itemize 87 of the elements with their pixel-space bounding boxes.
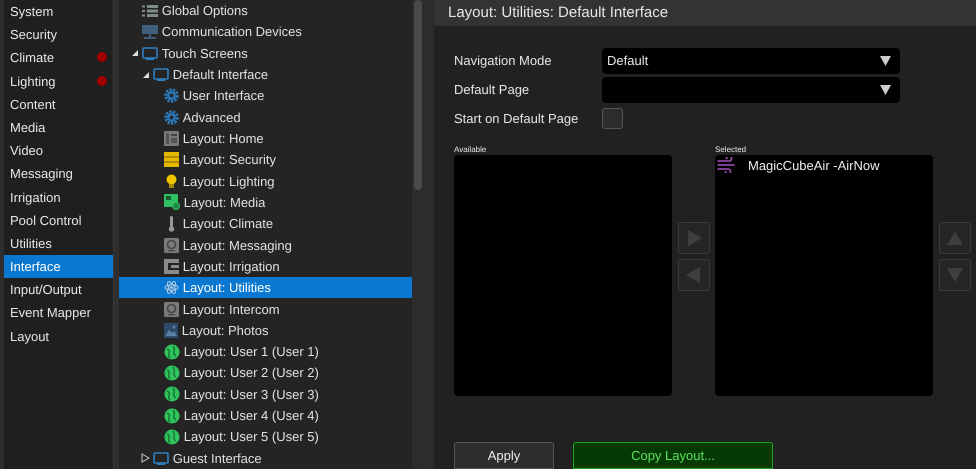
apply-button[interactable]: Apply <box>454 442 554 469</box>
list-label: Selected <box>715 145 748 155</box>
left-triangle-icon <box>685 266 703 284</box>
photo-icon <box>164 322 178 338</box>
expanded-arrow-icon[interactable] <box>142 70 150 79</box>
nav-item[interactable]: Input/Output <box>4 278 113 302</box>
scrollbar-thumb[interactable] <box>414 0 422 190</box>
move-left-button[interactable] <box>678 259 710 291</box>
intercom-icon <box>164 238 179 253</box>
dropdown-arrow-icon <box>880 56 891 66</box>
tree-item[interactable]: Default Interface <box>118 64 412 86</box>
panel-title: Layout: Utilities: Default Interface <box>434 0 976 26</box>
globe-icon <box>164 364 180 381</box>
tree-item[interactable]: Communication Devices <box>118 21 412 43</box>
selected-list[interactable]: MagicCubeAir -AirNow <box>715 155 933 396</box>
field-label: Navigation Mode <box>454 53 553 68</box>
nav-item[interactable]: Security <box>4 23 113 46</box>
nav-item[interactable]: Lighting <box>4 70 113 93</box>
nav-item[interactable]: Event Mapper <box>4 301 113 325</box>
monitor-icon <box>152 452 169 465</box>
tree-item[interactable]: Layout: Photos <box>118 320 412 341</box>
tree-item[interactable]: Layout: Home <box>118 128 412 150</box>
list-icon <box>142 4 158 18</box>
nav-item[interactable]: Messaging <box>4 162 113 186</box>
navigation-mode-dropdown[interactable]: Default <box>602 48 900 74</box>
tree-item[interactable]: Advanced <box>118 106 412 128</box>
move-up-button[interactable] <box>939 222 971 254</box>
monitor-icon <box>152 68 169 82</box>
right-triangle-icon <box>685 229 703 247</box>
nav-item[interactable]: Media <box>4 116 113 140</box>
globe-icon <box>164 344 180 360</box>
tree-item[interactable]: Touch Screens <box>118 42 412 64</box>
tree-item[interactable]: Layout: Media <box>118 192 412 214</box>
nav-item[interactable]: Utilities <box>4 232 113 256</box>
nav-item[interactable]: Content <box>4 92 113 116</box>
field-label: Start on Default Page <box>454 111 580 126</box>
nav-item[interactable]: Pool Control <box>4 208 113 232</box>
default-page-dropdown[interactable] <box>602 76 900 102</box>
tree-item[interactable]: Layout: User 3 (User 3) <box>118 384 412 405</box>
intercom-icon <box>164 302 179 317</box>
tree-item[interactable]: Layout: Irrigation <box>118 256 412 278</box>
move-down-button[interactable] <box>939 259 971 291</box>
monitor-icon <box>142 46 158 60</box>
list-label: Available <box>454 145 488 155</box>
bulb-icon <box>164 174 179 189</box>
tree-item[interactable]: Layout: Lighting <box>118 170 412 192</box>
field-label: Default Page <box>454 82 530 97</box>
globe-icon <box>164 386 180 402</box>
tree-item[interactable]: Layout: Intercom <box>118 298 412 320</box>
nav-item[interactable]: Layout <box>4 324 113 348</box>
nav-item[interactable]: Video <box>4 139 113 162</box>
expanded-arrow-icon[interactable] <box>130 49 139 58</box>
tree-item[interactable]: Layout: Climate <box>118 213 412 234</box>
tree-item[interactable]: Layout: User 2 (User 2) <box>118 362 412 384</box>
tree-item[interactable]: Layout: Messaging <box>118 234 412 256</box>
media-icon <box>164 194 180 210</box>
wind-icon <box>717 157 736 173</box>
server-icon <box>142 24 158 39</box>
tree-item[interactable]: Guest Interface <box>118 448 412 469</box>
tree-item[interactable]: User Interface <box>118 85 412 107</box>
gear-icon <box>164 110 179 125</box>
tree-item[interactable]: Global Options <box>118 0 412 22</box>
up-triangle-icon <box>946 229 964 247</box>
dropdown-arrow-icon <box>880 84 891 94</box>
collapsed-arrow-icon[interactable] <box>141 453 150 464</box>
nav-item[interactable]: System <box>4 0 113 24</box>
tree-item[interactable]: Layout: User 4 (User 4) <box>118 404 412 426</box>
available-list[interactable] <box>454 155 672 396</box>
tree-item[interactable]: Layout: User 1 (User 1) <box>118 341 412 362</box>
globe-icon <box>164 408 180 424</box>
list-item[interactable]: MagicCubeAir -AirNow <box>715 155 933 175</box>
nav-item[interactable]: Interface <box>4 255 113 278</box>
nav-item[interactable]: Climate <box>4 46 113 70</box>
copy-layout-button[interactable]: Copy Layout... <box>573 442 773 469</box>
tree-item[interactable]: Layout: Security <box>118 149 412 170</box>
tree-item[interactable]: Layout: User 5 (User 5) <box>118 426 412 448</box>
atom-icon <box>164 280 179 296</box>
irrigation-icon <box>164 258 179 274</box>
move-right-button[interactable] <box>678 222 710 254</box>
gear-icon <box>164 88 179 104</box>
nav-item[interactable]: Irrigation <box>4 186 113 209</box>
checkbox[interactable] <box>602 108 623 129</box>
phone-icon <box>164 131 179 146</box>
down-triangle-icon <box>946 266 964 284</box>
globe-icon <box>164 428 180 445</box>
cabinet-icon <box>164 152 179 168</box>
tree-item[interactable]: Layout: Utilities <box>118 277 412 298</box>
